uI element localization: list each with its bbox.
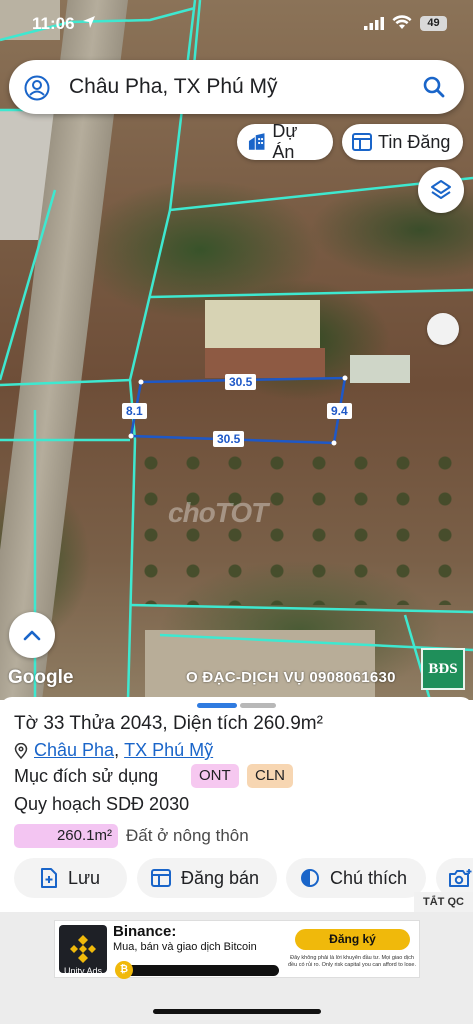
google-attribution: Google: [8, 667, 74, 688]
bds-logo[interactable]: BĐS: [421, 648, 465, 690]
land-use-tag-ont[interactable]: ONT: [191, 764, 239, 788]
camera-add-icon: [449, 869, 472, 887]
ad-disclaimer: Đây không phải là lời khuyên đầu tư. Mọi…: [288, 955, 416, 968]
ad-tagline: Mua, bán và giao dịch Bitcoin: [113, 941, 257, 953]
dimension-label-left: 8.1: [122, 403, 147, 419]
save-button[interactable]: Lưu: [14, 858, 127, 898]
ad-network-label: Unity Ads: [64, 966, 103, 976]
account-icon[interactable]: [24, 75, 50, 106]
save-label: Lưu: [68, 867, 101, 888]
status-bar: 11:06 49: [0, 0, 473, 50]
ad-progress-bar: [121, 965, 279, 976]
action-bar: Lưu Đăng bán Chú thích: [14, 858, 473, 898]
du-an-label: Dự Án: [272, 121, 298, 162]
town-link[interactable]: TX Phú Mỹ: [124, 740, 213, 761]
dimension-label-top: 30.5: [225, 374, 257, 390]
signal-icon: [364, 17, 384, 35]
sheet-handle-secondary[interactable]: [240, 703, 276, 708]
status-time: 11:06: [32, 14, 75, 33]
service-contact-text: O ĐẠC-DỊCH VỤ 0908061630: [186, 669, 396, 686]
ward-link[interactable]: Châu Pha: [34, 740, 114, 761]
close-ad-button[interactable]: TẮT QC: [414, 892, 473, 912]
ad-banner[interactable]: Unity Ads Binance: Mua, bán và giao dịch…: [54, 920, 420, 979]
location-pin-icon: [14, 742, 28, 759]
tin-dang-button[interactable]: Tin Đăng: [342, 124, 463, 160]
layers-button[interactable]: [418, 167, 464, 213]
search-icon[interactable]: [422, 75, 446, 104]
planning-label: Quy hoạch SDĐ 2030: [14, 794, 190, 814]
planning-area-description: Đất ở nông thôn: [126, 826, 249, 845]
layers-icon: [431, 180, 451, 199]
contrast-icon: [301, 869, 319, 887]
planning-area-row: 260.1m² Đất ở nông thôn: [14, 823, 249, 849]
post-listing-label: Đăng bán: [181, 867, 260, 888]
du-an-button[interactable]: Dự Án: [237, 121, 333, 162]
listing-icon: [151, 869, 171, 887]
address-separator: ,: [114, 740, 120, 760]
assistive-touch-dot[interactable]: [427, 313, 459, 345]
battery-indicator: 49: [420, 16, 447, 31]
planning-area-value: 260.1m²: [14, 824, 118, 848]
sheet-handle[interactable]: [197, 703, 237, 708]
parcel-info-sheet: Tờ 33 Thửa 2043, Diện tích 260.9m² Châu …: [0, 697, 473, 912]
dimension-label-right: 9.4: [327, 403, 352, 419]
land-use-purpose-label: Mục đích sử dụng: [14, 766, 159, 786]
tin-dang-label: Tin Đăng: [378, 131, 451, 152]
wifi-icon: [392, 15, 412, 35]
binance-diamond-icon: [70, 935, 96, 963]
parcel-address: Châu Pha, TX Phú Mỹ: [14, 740, 213, 761]
location-arrow-icon: [82, 15, 96, 32]
parcel-title: Tờ 33 Thửa 2043, Diện tích 260.9m²: [14, 713, 323, 734]
home-indicator[interactable]: [153, 1009, 321, 1014]
binance-logo: Unity Ads: [59, 925, 107, 976]
bookmark-add-icon: [41, 868, 57, 888]
land-use-tag-cln[interactable]: CLN: [247, 764, 294, 788]
legend-label: Chú thích: [330, 867, 408, 888]
dimension-label-bottom: 30.5: [213, 431, 245, 447]
ad-banner-area: Unity Ads Binance: Mua, bán và giao dịch…: [0, 912, 473, 1024]
search-bar[interactable]: Châu Pha, TX Phú Mỹ: [9, 60, 464, 114]
watermark: choTOT: [168, 497, 268, 528]
legend-button[interactable]: Chú thích: [286, 858, 426, 898]
post-listing-button[interactable]: Đăng bán: [137, 858, 277, 898]
search-input[interactable]: Châu Pha, TX Phú Mỹ: [69, 75, 278, 99]
listing-icon: [352, 133, 372, 151]
building-icon: [248, 133, 265, 150]
chevron-up-icon: [23, 630, 41, 641]
bitcoin-icon: ₿: [115, 961, 133, 979]
expand-up-button[interactable]: [9, 612, 55, 658]
ad-brand: Binance:: [113, 923, 177, 940]
ad-signup-button[interactable]: Đăng ký: [295, 929, 410, 950]
